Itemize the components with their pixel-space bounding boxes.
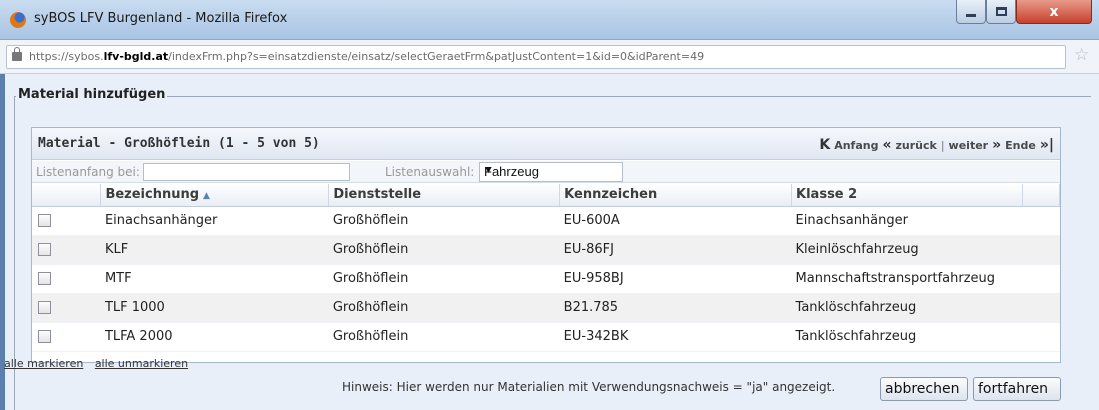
cell-kennzeichen: EU-958BJ — [559, 264, 792, 294]
list-start-input[interactable] — [143, 163, 350, 181]
cell-klasse: Kleinlöschfahrzeug — [791, 235, 1060, 265]
close-button[interactable]: x — [1016, 0, 1092, 24]
cell-bezeichnung: Einachsanhänger — [100, 206, 329, 236]
bookmark-star-icon[interactable]: ☆ — [1074, 47, 1089, 64]
cell-klasse: Einachsanhänger — [791, 206, 1060, 236]
row-checkbox-cell — [32, 264, 101, 294]
url-prefix: https://sybos. — [29, 50, 104, 63]
unmark-all-link[interactable]: alle unmarkieren — [95, 357, 188, 370]
pager-last[interactable]: Ende — [1005, 139, 1036, 152]
address-bar: https://sybos.lfv-bgld.at/indexFrm.php?s… — [0, 40, 1099, 74]
url-text: https://sybos.lfv-bgld.at/indexFrm.php?s… — [29, 50, 704, 63]
header-dienststelle[interactable]: Dienststelle — [328, 184, 561, 207]
url-path: /indexFrm.php?s=einsatzdienste/einsatz/s… — [168, 50, 705, 63]
cell-klasse: Tanklöschfahrzeug — [791, 293, 1060, 323]
row-checkbox-cell — [32, 206, 101, 236]
pager-prev[interactable]: zurück — [896, 139, 937, 152]
chevron-down-icon: ▼ — [484, 165, 493, 175]
pager-first[interactable]: Anfang — [834, 139, 878, 152]
table-row[interactable]: TLF 1000 Großhöflein B21.785 Tanklöschfa… — [32, 293, 1060, 323]
list-start-label: Listenanfang bei: — [36, 165, 140, 179]
first-page-icon[interactable]: K — [819, 137, 830, 153]
header-klasse[interactable]: Klasse 2 — [791, 184, 1023, 207]
mark-all-link[interactable]: alle markieren — [4, 357, 83, 370]
panel-title: Material - Großhöflein (1 - 5 von 5) — [38, 136, 320, 151]
mark-links: alle markieren alle unmarkieren — [4, 357, 196, 370]
cell-klasse: Tanklöschfahrzeug — [791, 322, 1060, 352]
close-icon: x — [1049, 3, 1059, 20]
filter-row: Listenanfang bei: Listenauswahl: Fahrzeu… — [32, 161, 1060, 183]
table-row[interactable]: TLFA 2000 Großhöflein EU-342BK Tanklösch… — [32, 322, 1060, 352]
table-row[interactable]: Einachsanhänger Großhöflein EU-600A Eina… — [32, 206, 1060, 236]
material-table: Bezeichnung ▲ Dienststelle Kennzeichen Kl… — [32, 184, 1061, 352]
cell-kennzeichen: EU-342BK — [559, 322, 792, 352]
header-spacer — [1022, 184, 1061, 207]
cell-kennzeichen: EU-86FJ — [559, 235, 792, 265]
list-selection-label: Listenauswahl: — [385, 165, 475, 179]
cell-dienststelle: Großhöflein — [328, 206, 560, 236]
prev-page-icon[interactable]: « — [882, 137, 891, 153]
sort-ascending-icon: ▲ — [203, 191, 210, 202]
row-checkbox[interactable] — [38, 272, 51, 285]
material-panel: Material - Großhöflein (1 - 5 von 5) K A… — [31, 127, 1061, 363]
minimize-button[interactable] — [956, 0, 986, 24]
window-titlebar: syBOS LFV Burgenland - Mozilla Firefox x — [0, 0, 1099, 40]
maximize-icon — [995, 7, 1007, 16]
row-checkbox-cell — [32, 235, 101, 265]
url-field[interactable]: https://sybos.lfv-bgld.at/indexFrm.php?s… — [6, 45, 1066, 69]
cell-bezeichnung: MTF — [100, 264, 329, 294]
cell-dienststelle: Großhöflein — [328, 293, 560, 323]
cell-bezeichnung: TLFA 2000 — [100, 322, 329, 352]
table-row[interactable]: KLF Großhöflein EU-86FJ Kleinlöschfahrze… — [32, 235, 1060, 265]
row-checkbox-cell — [32, 293, 101, 323]
pager: K Anfang « zurück | weiter » Ende »| — [819, 137, 1054, 153]
table-header-row: Bezeichnung ▲ Dienststelle Kennzeichen Kl… — [32, 184, 1061, 207]
panel-header: Material - Großhöflein (1 - 5 von 5) K A… — [32, 128, 1060, 160]
header-bezeichnung-label: Bezeichnung — [105, 187, 200, 203]
window-title: syBOS LFV Burgenland - Mozilla Firefox — [34, 11, 288, 26]
cancel-button[interactable]: abbrechen — [880, 377, 968, 401]
maximize-button[interactable] — [986, 0, 1016, 24]
row-checkbox-cell — [32, 322, 101, 352]
header-checkbox-column — [32, 184, 102, 207]
url-domain: lfv-bgld.at — [103, 50, 169, 63]
header-bezeichnung[interactable]: Bezeichnung ▲ — [100, 184, 330, 207]
dialog-legend: Material hinzufügen — [16, 87, 168, 102]
minimize-icon — [966, 14, 976, 17]
cell-dienststelle: Großhöflein — [328, 264, 560, 294]
lock-icon — [12, 47, 22, 61]
row-checkbox[interactable] — [38, 243, 51, 256]
row-checkbox[interactable] — [38, 214, 51, 227]
cell-dienststelle: Großhöflein — [328, 322, 560, 352]
cell-dienststelle: Großhöflein — [328, 235, 560, 265]
cell-bezeichnung: TLF 1000 — [100, 293, 329, 323]
cell-kennzeichen: EU-600A — [559, 206, 792, 236]
pager-separator: | — [940, 138, 945, 152]
row-checkbox[interactable] — [38, 330, 51, 343]
cell-klasse: Mannschaftstransportfahrzeug — [791, 264, 1060, 294]
next-page-icon[interactable]: » — [992, 137, 1001, 153]
pager-next[interactable]: weiter — [949, 139, 989, 152]
table-row[interactable]: MTF Großhöflein EU-958BJ Mannschaftstran… — [32, 264, 1060, 294]
cell-bezeichnung: KLF — [100, 235, 329, 265]
list-selection-select[interactable]: Fahrzeug ▼ — [479, 162, 623, 182]
hint-text: Hinweis: Hier werden nur Materialien mit… — [342, 380, 836, 394]
row-checkbox[interactable] — [38, 301, 51, 314]
continue-button[interactable]: fortfahren — [973, 377, 1061, 401]
last-page-icon[interactable]: »| — [1040, 137, 1054, 153]
firefox-logo-icon — [10, 12, 26, 28]
page-content: Material hinzufügen Material - Großhöfle… — [0, 74, 1099, 410]
cell-kennzeichen: B21.785 — [559, 293, 792, 323]
header-kennzeichen[interactable]: Kennzeichen — [559, 184, 793, 207]
